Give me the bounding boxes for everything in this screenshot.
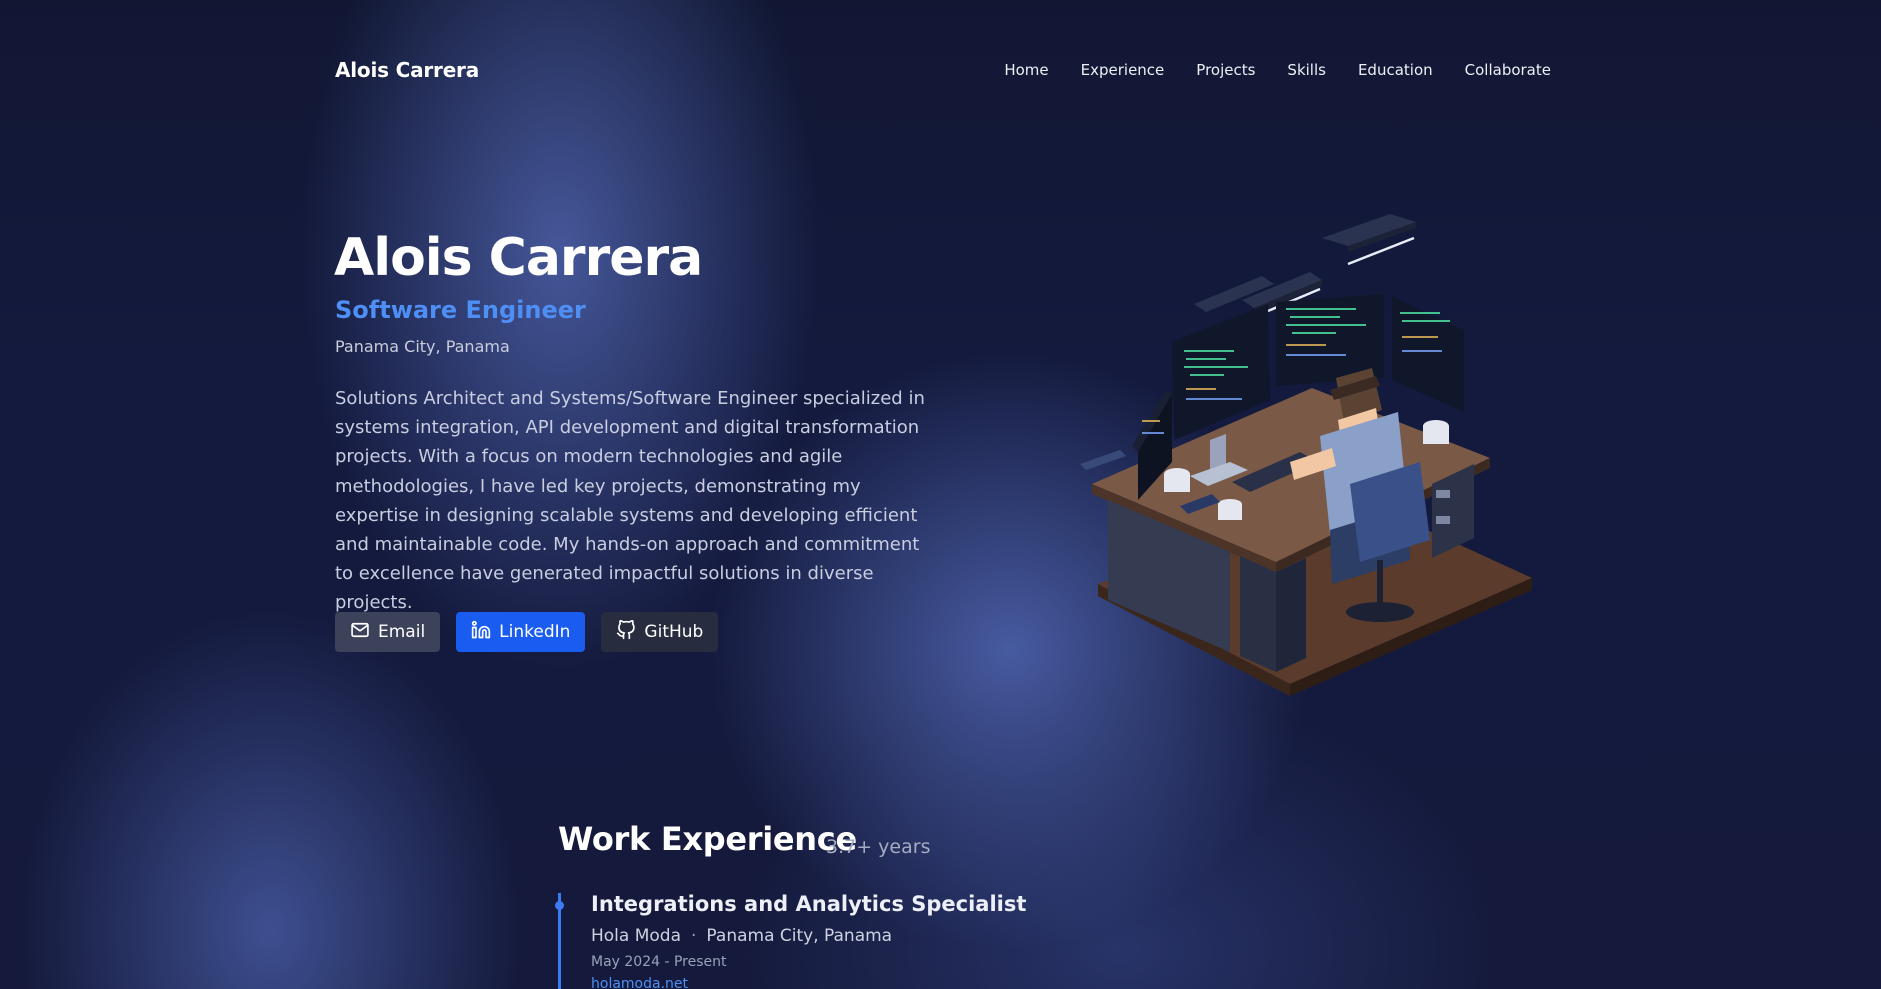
timeline-dot-icon (555, 901, 564, 910)
contact-buttons: Email LinkedIn GitHub (335, 612, 719, 652)
nav-links: Home Experience Projects Skills Educatio… (1004, 61, 1551, 79)
email-button[interactable]: Email (335, 612, 441, 652)
github-icon (616, 619, 636, 645)
email-button-label: Email (378, 622, 426, 642)
hero-bio: Solutions Architect and Systems/Software… (335, 388, 925, 614)
linkedin-button[interactable]: LinkedIn (456, 612, 586, 652)
ceiling-light-icon (1322, 214, 1416, 266)
github-button-label: GitHub (644, 622, 704, 642)
job-title: Integrations and Analytics Specialist (591, 892, 1027, 916)
nav-link-skills[interactable]: Skills (1287, 61, 1326, 79)
nav-link-projects[interactable]: Projects (1196, 61, 1255, 79)
job-company: Hola Moda (591, 926, 682, 946)
job-company-link[interactable]: holamoda.net (591, 976, 688, 989)
nav-link-education[interactable]: Education (1358, 61, 1433, 79)
nav-link-collaborate[interactable]: Collaborate (1465, 61, 1551, 79)
job-dates: May 2024 - Present (591, 954, 727, 970)
nav-link-experience[interactable]: Experience (1081, 61, 1165, 79)
experience-years-badge: 3.7+ years (826, 836, 931, 858)
experience-section-title: Work Experience (558, 820, 857, 858)
linkedin-icon (471, 620, 491, 645)
hero-name: Alois Carrera (334, 228, 703, 288)
job-meta-separator: · (691, 926, 697, 946)
brand-logo[interactable]: Alois Carrera (335, 58, 479, 82)
linkedin-button-label: LinkedIn (499, 622, 571, 642)
github-button[interactable]: GitHub (601, 612, 719, 652)
job-meta: Hola Moda · Panama City, Panama (591, 926, 892, 946)
developer-desk-illustration (1080, 214, 1532, 696)
nav-link-home[interactable]: Home (1004, 61, 1048, 79)
hero-role: Software Engineer (335, 296, 586, 324)
job-location: Panama City, Panama (706, 926, 893, 946)
hero-location: Panama City, Panama (335, 337, 510, 356)
top-nav: Alois Carrera Home Experience Projects S… (335, 52, 1551, 88)
mail-icon (350, 620, 370, 645)
page: Alois Carrera Home Experience Projects S… (0, 0, 1881, 989)
